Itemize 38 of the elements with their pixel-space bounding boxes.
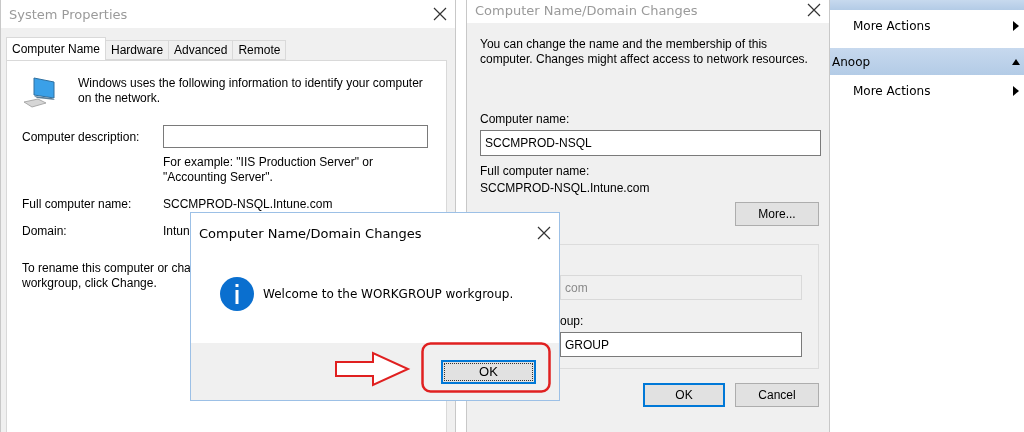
close-icon[interactable] (537, 226, 551, 240)
cancel-button[interactable]: Cancel (735, 383, 819, 407)
close-icon[interactable] (433, 7, 447, 21)
close-icon[interactable] (807, 3, 821, 17)
ok-button[interactable]: OK (643, 383, 725, 407)
computer-icon (22, 76, 58, 108)
field-label: Computer description: (22, 129, 140, 144)
field-label: Full computer name: (22, 197, 132, 211)
tab[interactable]: Remote (232, 40, 287, 60)
action-item[interactable]: More Actions (830, 79, 1024, 103)
field-value: SCCMPROD-NSQL.Intune.com (480, 181, 651, 195)
window-title: Computer Name/Domain Changes (475, 2, 698, 18)
field-label: Full computer name: (480, 164, 591, 178)
computer-name-field[interactable]: SCCMPROD-NSQL (480, 130, 821, 156)
tab[interactable]: Advanced (168, 40, 234, 60)
intro-text: You can change the name and the membership of this computer. Changes might affect access to network resources. (480, 37, 809, 67)
section-header[interactable]: Anoop (830, 48, 1024, 75)
workgroup-field[interactable]: GROUP (560, 332, 802, 357)
info-icon (220, 277, 254, 311)
submenu-arrow-icon (1012, 21, 1020, 31)
field-label: oup: (560, 314, 585, 328)
intro-text: Windows uses the following information to identify your computer on the network. (78, 76, 424, 106)
example-text: For example: "IIS Production Server" or "Accounting Server". (163, 155, 374, 185)
tab[interactable]: Computer Name (6, 37, 107, 60)
rename-text: To rename this computer or cha workgroup, click Change. (22, 261, 192, 291)
tab[interactable]: Hardware (105, 40, 170, 60)
field-label: Domain: (22, 224, 67, 238)
submenu-arrow-icon (1012, 86, 1020, 96)
field-value: SCCMPROD-NSQL.Intune.com (163, 197, 333, 211)
message-text: Welcome to the WORKGROUP workgroup. (263, 287, 514, 301)
field-label: Computer name: (480, 112, 571, 126)
description-field[interactable] (163, 125, 428, 148)
more-button[interactable]: More... (735, 202, 819, 226)
ok-button[interactable]: OK (441, 359, 536, 384)
window-title: System Properties (9, 6, 128, 22)
dialog-title: Computer Name/Domain Changes (199, 225, 422, 241)
action-item[interactable]: More Actions (830, 14, 1024, 38)
field-value: Intun (163, 224, 190, 238)
